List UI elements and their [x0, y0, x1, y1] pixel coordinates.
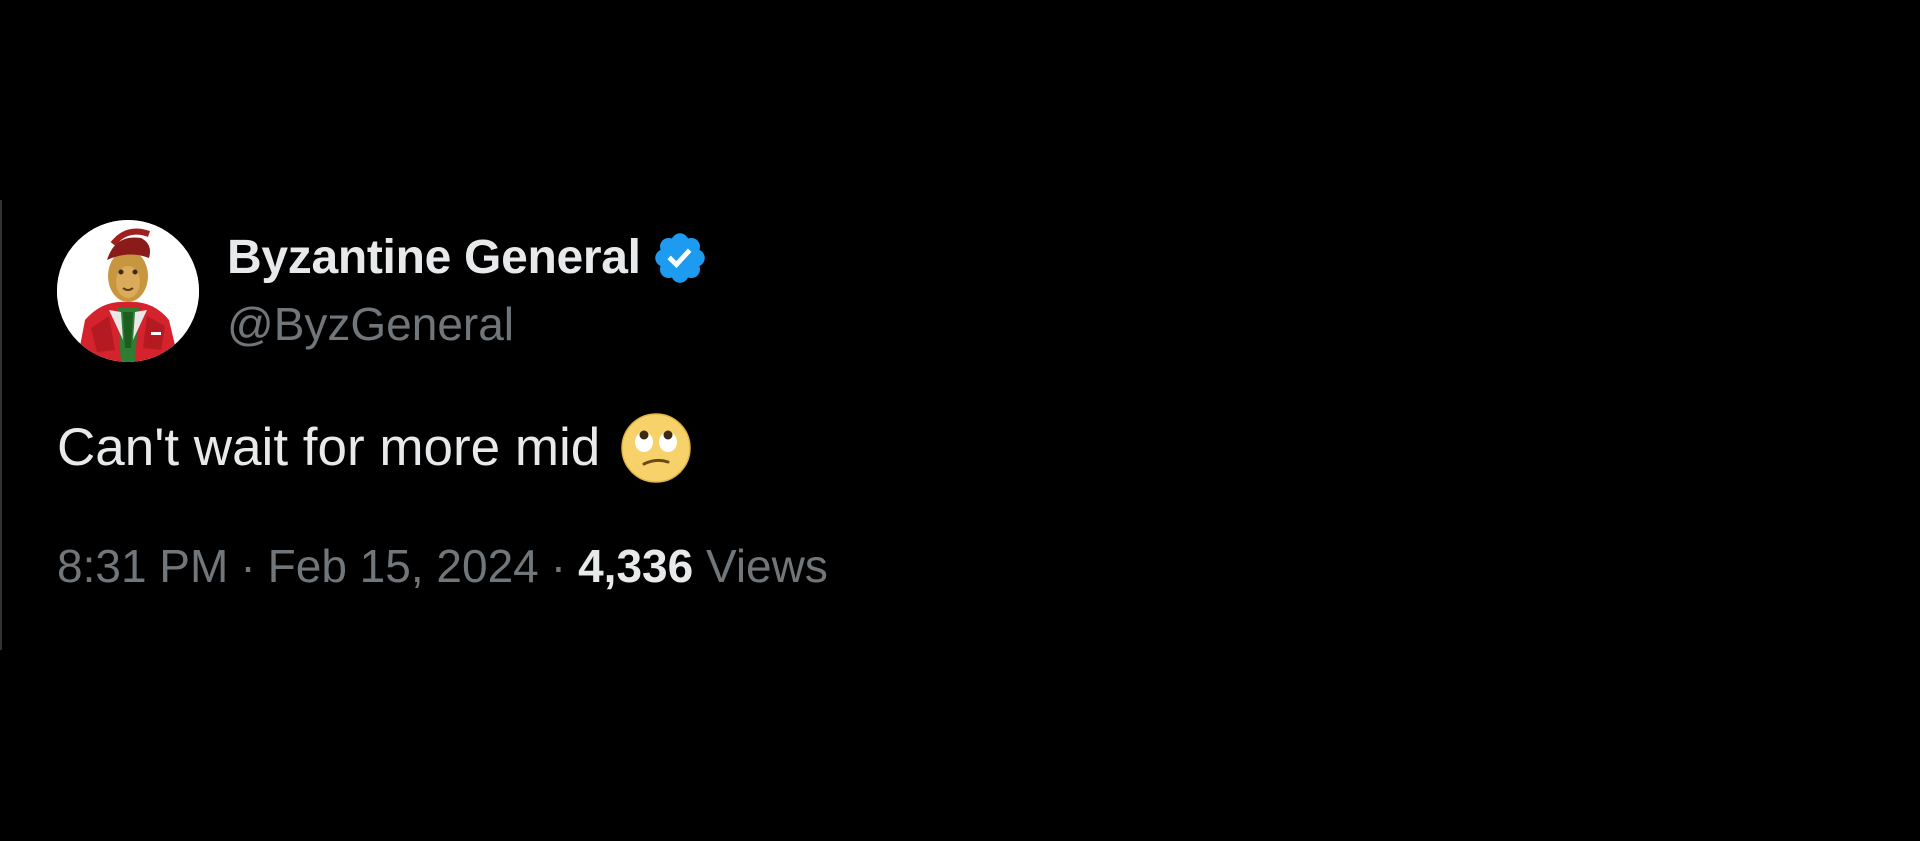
display-name[interactable]: Byzantine General [227, 229, 641, 287]
tweet-body: Can't wait for more mid [57, 412, 1157, 484]
avatar[interactable] [57, 220, 199, 362]
tweet-card[interactable]: Byzantine General @ByzGeneral Can't wait… [57, 220, 1157, 596]
verified-badge-icon[interactable] [651, 229, 709, 287]
lion-general-avatar-icon [57, 220, 199, 362]
tweet-time[interactable]: 8:31 PM [57, 540, 228, 592]
user-handle[interactable]: @ByzGeneral [227, 295, 709, 353]
screenshot-canvas: Byzantine General @ByzGeneral Can't wait… [0, 0, 1920, 841]
divider [0, 200, 2, 650]
tweet-header: Byzantine General @ByzGeneral [57, 220, 1157, 362]
separator: · [550, 540, 567, 592]
face-with-rolling-eyes-icon [620, 412, 692, 484]
tweet-date[interactable]: Feb 15, 2024 [268, 540, 539, 592]
separator: · [240, 540, 256, 592]
tweet-text: Can't wait for more mid [57, 418, 601, 477]
tweet-metadata: 8:31 PM · Feb 15, 2024 · 4,336 Views [57, 536, 1157, 596]
display-name-row: Byzantine General [227, 229, 709, 287]
views-count[interactable]: 4,336 [578, 540, 693, 592]
author-names: Byzantine General @ByzGeneral [227, 229, 709, 353]
views-label: Views [705, 540, 828, 592]
